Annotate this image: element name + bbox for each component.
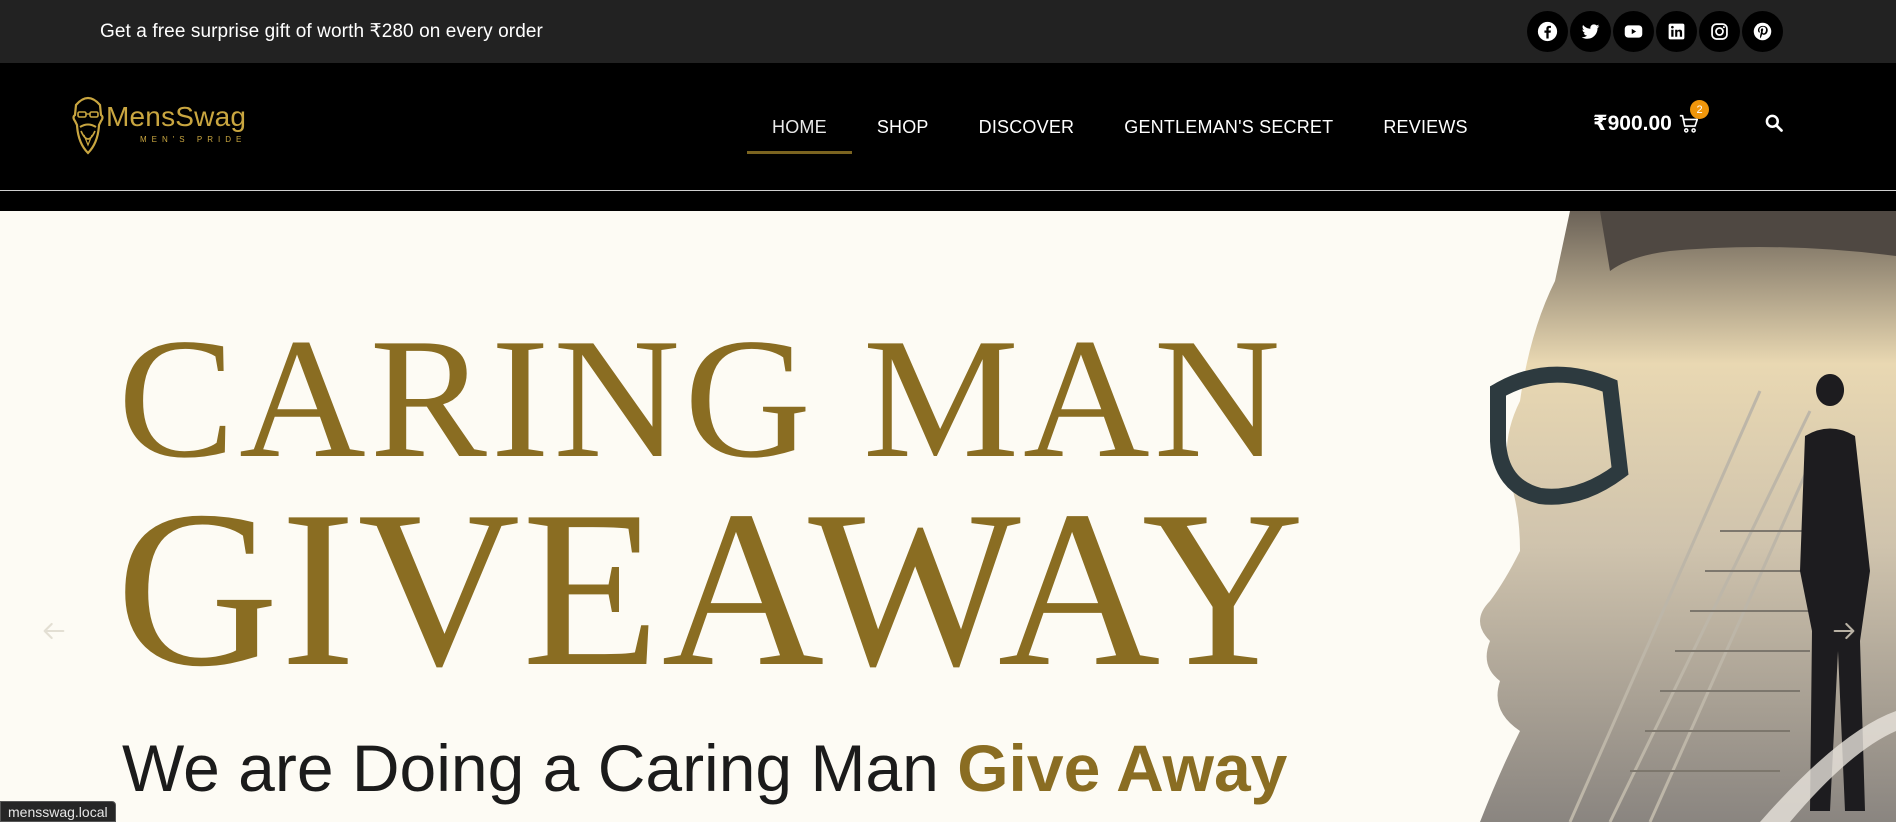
nav-discover[interactable]: DISCOVER xyxy=(954,63,1100,191)
bearded-man-logo-icon xyxy=(72,96,104,155)
browser-status-url: mensswag.local xyxy=(0,801,116,822)
social-links xyxy=(1527,11,1783,52)
site-header: MensSwag MEN'S PRIDE HOME SHOP DISCOVER … xyxy=(0,63,1896,191)
hero-subheading-bold: Give Away xyxy=(957,731,1288,805)
nav-reviews[interactable]: REVIEWS xyxy=(1358,63,1492,191)
nav-home[interactable]: HOME xyxy=(747,63,852,191)
arrow-right-icon xyxy=(1833,622,1855,640)
hero-subheading-plain: We are Doing a Caring Man xyxy=(122,731,958,805)
slider-prev-button[interactable] xyxy=(34,611,74,651)
logo-tagline: MEN'S PRIDE xyxy=(140,135,247,144)
instagram-icon[interactable] xyxy=(1699,11,1740,52)
cart-amount: ₹900.00 xyxy=(1593,112,1672,135)
promo-text: Get a free surprise gift of worth ₹280 o… xyxy=(100,21,543,42)
logo-wordmark: MensSwag xyxy=(106,101,247,132)
cart-button[interactable]: ₹900.00 2 xyxy=(1593,100,1709,136)
arrow-left-icon xyxy=(43,622,65,640)
hero-man-staircase-image xyxy=(1480,211,1896,822)
pinterest-icon[interactable] xyxy=(1742,11,1783,52)
facebook-icon[interactable] xyxy=(1527,11,1568,52)
linkedin-icon[interactable] xyxy=(1656,11,1697,52)
cart-count-badge: 2 xyxy=(1690,100,1709,119)
site-logo[interactable]: MensSwag MEN'S PRIDE xyxy=(68,91,248,161)
hero-heading-giveaway: GIVEAWAY xyxy=(116,465,1307,713)
hero-slider: CARING MAN GIVEAWAY We are Doing a Carin… xyxy=(0,211,1896,822)
announcement-bar: Get a free surprise gift of worth ₹280 o… xyxy=(0,0,1896,63)
search-icon xyxy=(1765,114,1783,132)
youtube-icon[interactable] xyxy=(1613,11,1654,52)
search-button[interactable] xyxy=(1764,113,1786,135)
nav-shop[interactable]: SHOP xyxy=(852,63,954,191)
main-nav: HOME SHOP DISCOVER GENTLEMAN'S SECRET RE… xyxy=(747,63,1493,191)
slider-next-button[interactable] xyxy=(1824,611,1864,651)
twitter-icon[interactable] xyxy=(1570,11,1611,52)
hero-subheading: We are Doing a Caring Man Give Away xyxy=(122,735,1287,801)
header-divider xyxy=(0,190,1896,191)
nav-gentlemans-secret[interactable]: GENTLEMAN'S SECRET xyxy=(1099,63,1358,191)
hero-heading-caring-man: CARING MAN xyxy=(118,304,1285,494)
